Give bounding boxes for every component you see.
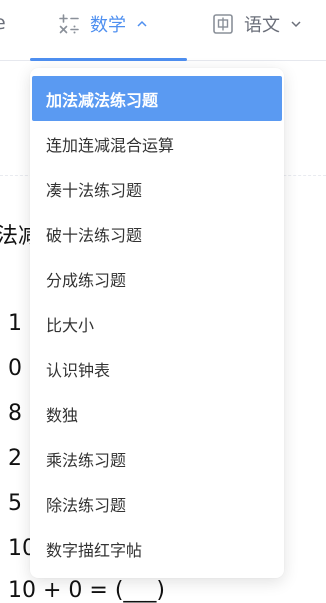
chevron-down-icon	[291, 21, 301, 28]
menu-item-addition-subtraction[interactable]: 加法减法练习题	[32, 76, 282, 121]
menu-item-label: 数独	[46, 405, 79, 425]
active-tab-indicator	[30, 58, 187, 61]
menu-item-label: 破十法练习题	[46, 225, 143, 245]
math-dropdown-menu: 加法减法练习题 连加连减混合运算 凑十法练习题 破十法练习题 分成练习题 比大小…	[30, 68, 284, 578]
chevron-up-icon	[137, 20, 147, 27]
menu-item-label: 连加连减混合运算	[46, 135, 175, 155]
menu-item-clock[interactable]: 认识钟表	[32, 346, 282, 391]
tab-chinese[interactable]: 语文	[212, 10, 302, 38]
worksheet-line: 10 + 0 = (___)	[8, 578, 165, 603]
menu-item-label: 比大小	[46, 315, 95, 335]
menu-item-label: 乘法练习题	[46, 450, 127, 470]
tab-chinese-label: 语文	[244, 15, 280, 36]
nav-tab-cut-label[interactable]: e	[0, 12, 6, 34]
menu-item-label: 除法练习题	[46, 495, 127, 515]
menu-item-multiplication[interactable]: 乘法练习题	[32, 436, 282, 481]
menu-item-label: 数字描红字帖	[46, 540, 143, 560]
menu-item-break-ten[interactable]: 破十法练习题	[32, 211, 282, 256]
menu-item-label: 凑十法练习题	[46, 180, 143, 200]
menu-item-make-ten[interactable]: 凑十法练习题	[32, 166, 282, 211]
top-nav: e 数学 语文	[0, 0, 326, 61]
tab-math-label: 数学	[90, 15, 126, 36]
menu-item-division[interactable]: 除法练习题	[32, 481, 282, 526]
menu-item-decomposition[interactable]: 分成练习题	[32, 256, 282, 301]
tab-math[interactable]: 数学	[58, 10, 148, 38]
menu-item-number-tracing[interactable]: 数字描红字帖	[32, 526, 282, 571]
menu-item-compare[interactable]: 比大小	[32, 301, 282, 346]
menu-item-mixed-operations[interactable]: 连加连减混合运算	[32, 121, 282, 166]
character-grid-icon	[213, 14, 233, 34]
menu-item-label: 认识钟表	[46, 360, 111, 380]
menu-item-label: 加法减法练习题	[46, 90, 159, 110]
menu-item-sudoku[interactable]: 数独	[32, 391, 282, 436]
menu-item-label: 分成练习题	[46, 270, 127, 290]
math-operators-icon	[59, 14, 79, 34]
